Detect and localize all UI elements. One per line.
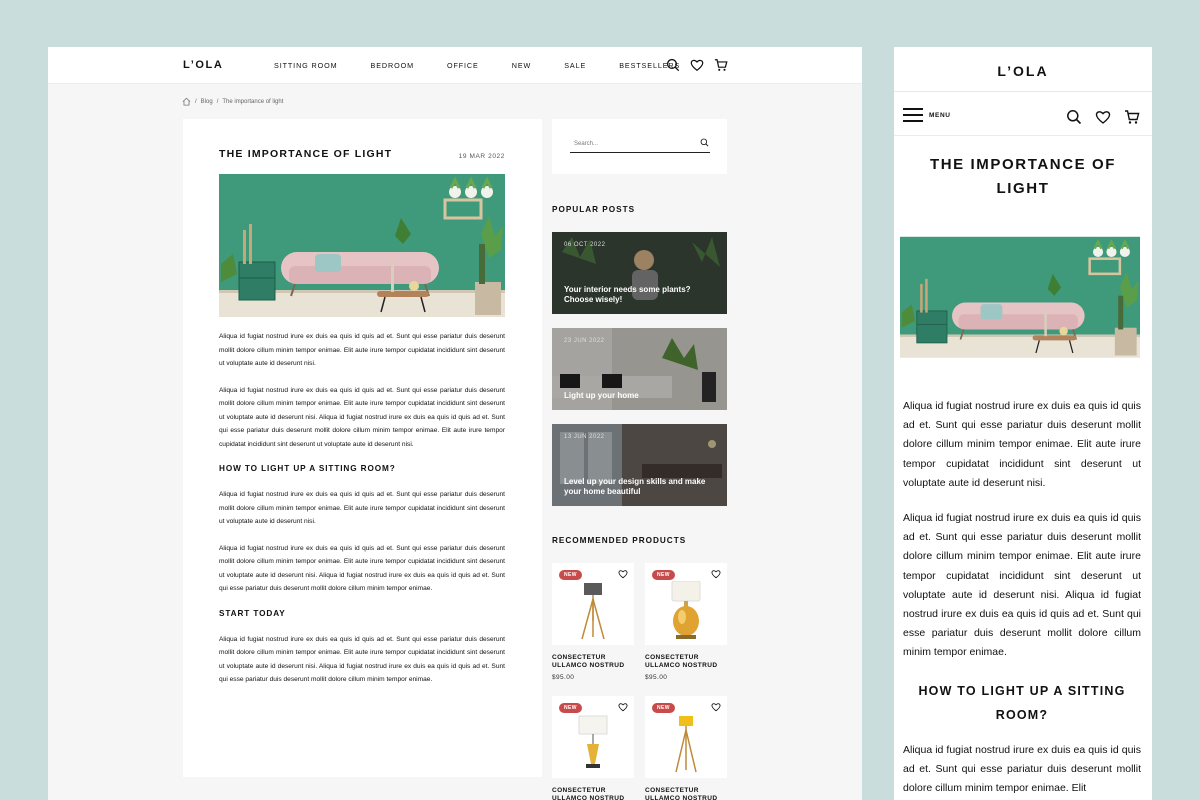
search-icon[interactable] <box>666 58 680 72</box>
menu-label[interactable]: MENU <box>929 112 951 119</box>
product-image <box>666 714 706 774</box>
article-paragraph: Aliqua id fugiat nostrud irure ex duis e… <box>219 544 505 593</box>
post-date: 13 JUN 2022 <box>564 434 605 440</box>
search-input[interactable]: Search... <box>574 141 598 147</box>
post-date: 06 OCT 2022 <box>564 242 606 248</box>
article-paragraph: Aliqua id fugiat nostrud irure ex duis e… <box>219 333 505 367</box>
post-title[interactable]: Light up your home <box>564 391 714 401</box>
product-name[interactable]: CONSECTETUR ULLAMCO NOSTRUD <box>645 787 727 800</box>
product-card[interactable]: NEW <box>645 563 727 645</box>
article-body: Aliqua id fugiat nostrud irure ex duis e… <box>219 330 505 700</box>
article-paragraph: Aliqua id fugiat nostrud irure ex duis e… <box>903 743 1141 795</box>
home-icon[interactable] <box>182 97 191 106</box>
product-name[interactable]: CONSECTETUR ULLAMCO NOSTRUD <box>552 654 634 670</box>
article-paragraph: Aliqua id fugiat nostrud irure ex duis e… <box>219 386 505 448</box>
product-card[interactable]: NEW <box>645 696 727 778</box>
breadcrumb-blog[interactable]: Blog <box>201 99 213 105</box>
cart-icon[interactable] <box>714 58 728 72</box>
mobile-view: L’OLA MENU THE IMPORTANCE OF LIGHT Aliqu… <box>894 47 1152 800</box>
article-paragraph: Aliqua id fugiat nostrud irure ex duis e… <box>219 491 505 525</box>
desktop-view: L’OLA SITTING ROOM BEDROOM OFFICE NEW SA… <box>48 47 862 800</box>
recommended-products-heading: RECOMMENDED PRODUCTS <box>552 536 687 545</box>
new-badge: NEW <box>559 570 582 580</box>
product-name[interactable]: CONSECTETUR ULLAMCO NOSTRUD <box>645 654 727 670</box>
search-icon[interactable] <box>700 138 709 147</box>
sidebar-search: Search... <box>552 119 727 174</box>
heart-icon[interactable] <box>1095 109 1111 125</box>
post-title[interactable]: Your interior needs some plants? Choose … <box>564 285 714 305</box>
new-badge: NEW <box>652 703 675 713</box>
article-hero-image <box>900 217 1140 377</box>
new-badge: NEW <box>559 703 582 713</box>
brand-logo[interactable]: L’OLA <box>183 59 223 71</box>
cart-icon[interactable] <box>1124 109 1140 125</box>
popular-post-card[interactable]: 23 JUN 2022 Light up your home <box>552 328 727 410</box>
product-card[interactable]: NEW <box>552 696 634 778</box>
article-subheading: HOW TO LIGHT UP A SITTING ROOM? <box>918 683 1126 722</box>
popular-posts-heading: POPULAR POSTS <box>552 205 636 214</box>
product-name[interactable]: CONSECTETUR ULLAMCO NOSTRUD <box>552 787 634 800</box>
popular-post-card[interactable]: 06 OCT 2022 Your interior needs some pla… <box>552 232 727 314</box>
site-header: L’OLA SITTING ROOM BEDROOM OFFICE NEW SA… <box>48 47 862 84</box>
divider <box>894 91 1152 92</box>
post-date: 23 JUN 2022 <box>564 338 605 344</box>
article-paragraph: Aliqua id fugiat nostrud irure ex duis e… <box>903 400 1141 489</box>
search-underline <box>570 152 710 153</box>
article-paragraph: Aliqua id fugiat nostrud irure ex duis e… <box>219 635 505 684</box>
product-price: $95.00 <box>552 674 575 681</box>
article-title: THE IMPORTANCE OF LIGHT <box>219 148 393 160</box>
heart-icon[interactable] <box>618 569 628 579</box>
article-date: 19 MAR 2022 <box>458 153 505 160</box>
article-card: THE IMPORTANCE OF LIGHT 19 MAR 2022 Aliq… <box>183 119 542 777</box>
heart-icon[interactable] <box>690 58 704 72</box>
product-image <box>573 581 613 641</box>
product-image <box>666 581 706 641</box>
popular-post-card[interactable]: 13 JUN 2022 Level up your design skills … <box>552 424 727 506</box>
nav-new[interactable]: NEW <box>512 61 531 70</box>
search-icon[interactable] <box>1066 109 1082 125</box>
mobile-header-icons <box>1066 109 1140 125</box>
nav-office[interactable]: OFFICE <box>447 61 479 70</box>
post-title[interactable]: Level up your design skills and make you… <box>564 477 714 497</box>
article-body: Aliqua id fugiat nostrud irure ex duis e… <box>903 397 1141 800</box>
product-image <box>573 714 613 774</box>
heart-icon[interactable] <box>711 569 721 579</box>
nav-sitting-room[interactable]: SITTING ROOM <box>274 61 338 70</box>
brand-logo[interactable]: L’OLA <box>894 63 1152 79</box>
article-hero-image <box>219 174 505 317</box>
nav-bedroom[interactable]: BEDROOM <box>371 61 414 70</box>
heart-icon[interactable] <box>618 702 628 712</box>
heart-icon[interactable] <box>711 702 721 712</box>
breadcrumb: / Blog / The importance of light <box>182 97 283 106</box>
header-icons <box>666 58 728 72</box>
breadcrumb-current: The importance of light <box>222 98 284 105</box>
hamburger-menu-icon[interactable] <box>903 108 923 122</box>
article-paragraph: Aliqua id fugiat nostrud irure ex duis e… <box>903 512 1141 659</box>
divider <box>894 135 1152 136</box>
nav-sale[interactable]: SALE <box>564 61 586 70</box>
product-card[interactable]: NEW <box>552 563 634 645</box>
article-subheading: HOW TO LIGHT UP A SITTING ROOM? <box>219 464 396 473</box>
article-subheading: START TODAY <box>219 608 286 618</box>
article-title: THE IMPORTANCE OF LIGHT <box>929 156 1117 197</box>
new-badge: NEW <box>652 570 675 580</box>
main-nav: SITTING ROOM BEDROOM OFFICE NEW SALE BES… <box>274 61 713 70</box>
product-price: $95.00 <box>645 674 668 681</box>
